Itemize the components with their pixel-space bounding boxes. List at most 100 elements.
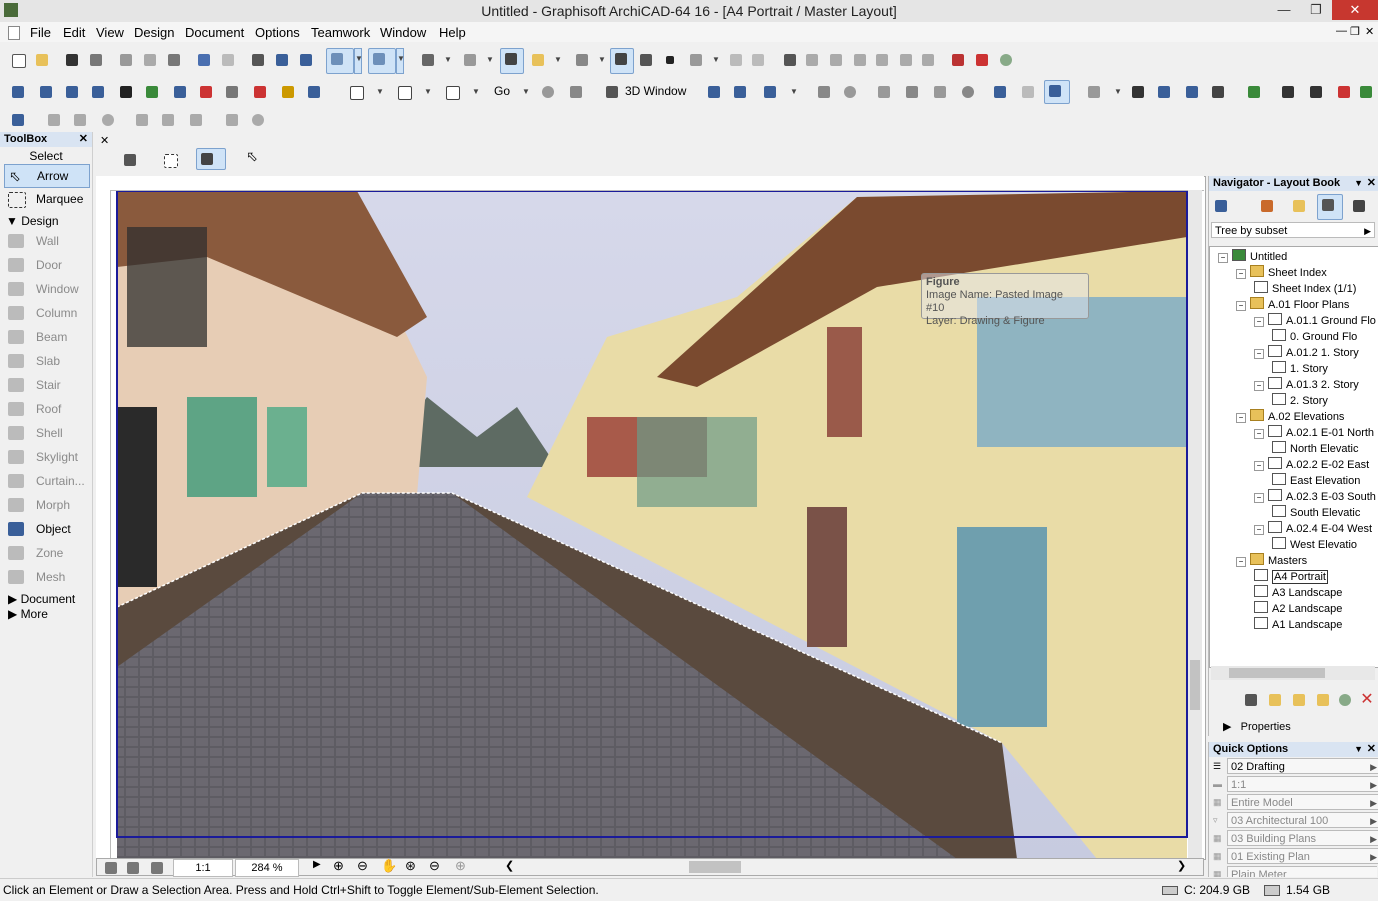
quick-selection-icon[interactable]: ⬁ xyxy=(242,148,262,168)
go-dropdown[interactable]: ▼ xyxy=(522,82,530,102)
orbit-icon[interactable] xyxy=(840,82,860,102)
tree-node[interactable]: 2. Story xyxy=(1272,393,1328,409)
properties-toggle[interactable]: ▶ Properties xyxy=(1223,720,1291,733)
new-layout-icon[interactable] xyxy=(1241,690,1261,710)
tree-node[interactable]: A1 Landscape xyxy=(1254,617,1342,633)
tree-node[interactable]: A4 Portrait xyxy=(1254,569,1328,585)
tool-curtain-wall[interactable]: Curtain... xyxy=(4,470,88,492)
network-icon[interactable] xyxy=(1182,82,1202,102)
tree-collapse-icon[interactable]: − xyxy=(1236,413,1246,423)
undo-icon[interactable] xyxy=(194,50,214,70)
move-icon[interactable] xyxy=(70,110,90,130)
renovation-icon[interactable] xyxy=(972,50,992,70)
adjust-icon[interactable] xyxy=(802,50,822,70)
project-map-icon[interactable] xyxy=(1257,196,1279,218)
tree-node[interactable]: − A.02 Elevations xyxy=(1236,409,1344,425)
document-section-toggle[interactable]: ▶ Document xyxy=(8,592,75,606)
tree-scroll-thumb[interactable] xyxy=(1229,668,1325,678)
new-icon[interactable] xyxy=(8,50,28,70)
new-subset-icon[interactable] xyxy=(1265,690,1285,710)
tree-node[interactable]: West Elevatio xyxy=(1272,537,1357,553)
quick-options-close-icon[interactable]: ✕ xyxy=(1367,742,1376,757)
dimension-icon[interactable] xyxy=(636,50,656,70)
quick-option-dimension[interactable]: ▦ Plain Meter xyxy=(1211,866,1377,877)
sun-icon[interactable] xyxy=(1128,82,1148,102)
tree-icon[interactable] xyxy=(930,82,950,102)
more-section-toggle[interactable]: ▶ More xyxy=(8,607,48,621)
tool-morph[interactable]: Morph xyxy=(4,494,88,516)
tree-node[interactable]: − Masters xyxy=(1236,553,1307,569)
layer-dropdown[interactable]: ▼ xyxy=(554,50,562,70)
surface-dropdown[interactable]: ▼ xyxy=(1114,82,1122,102)
tree-mode-select[interactable]: Tree by subset ▶ xyxy=(1211,222,1375,238)
navigator-settings-icon[interactable] xyxy=(1335,690,1355,710)
elevate-icon[interactable] xyxy=(132,110,152,130)
walk-icon[interactable] xyxy=(566,82,586,102)
scale-field[interactable]: 1:1 xyxy=(173,859,233,877)
quick-option-renovation-filter[interactable]: ▦ 01 Existing Plan ▶ xyxy=(1211,848,1378,864)
resize-icon[interactable] xyxy=(896,50,916,70)
arrow-right-icon[interactable] xyxy=(874,82,894,102)
navigator-menu-icon[interactable]: ▼ xyxy=(1354,176,1363,191)
tree-node[interactable]: South Elevatic xyxy=(1272,505,1360,521)
save-icon[interactable] xyxy=(62,50,82,70)
toolbox-close-icon[interactable]: ✕ xyxy=(79,132,88,147)
split-icon[interactable] xyxy=(780,50,800,70)
tree-node[interactable]: − A.02.2 E-02 East xyxy=(1254,457,1369,473)
layout-viewport[interactable]: Figure Image Name: Pasted Image #10 Laye… xyxy=(96,176,1206,860)
tool-shell[interactable]: Shell xyxy=(4,422,88,444)
trace-icon[interactable] xyxy=(610,48,634,74)
paste-icon[interactable] xyxy=(164,50,184,70)
new-folder-icon[interactable] xyxy=(1313,690,1333,710)
home-icon[interactable] xyxy=(902,82,922,102)
menu-options[interactable]: Options xyxy=(255,25,300,40)
selection-method-polygon-icon[interactable] xyxy=(120,150,140,170)
pen-icon[interactable] xyxy=(572,50,592,70)
layout-view-icon[interactable] xyxy=(442,82,462,102)
tool-slab[interactable]: Slab xyxy=(4,350,88,372)
schedule-icon[interactable] xyxy=(196,82,216,102)
tree-node[interactable]: A3 Landscape xyxy=(1254,585,1342,601)
selection-info-icon[interactable] xyxy=(8,110,28,130)
intersect-icon[interactable] xyxy=(826,50,846,70)
marquee-view-icon[interactable] xyxy=(346,82,366,102)
next-zoom-icon[interactable]: ⊕ xyxy=(455,858,466,874)
tree-collapse-icon[interactable]: − xyxy=(1236,557,1246,567)
marquee-view-dropdown[interactable]: ▼ xyxy=(376,82,384,102)
tool-window[interactable]: Window xyxy=(4,278,88,300)
tool-beam[interactable]: Beam xyxy=(4,326,88,348)
tree-collapse-icon[interactable]: − xyxy=(1236,269,1246,279)
tree-node[interactable]: 0. Ground Flo xyxy=(1272,329,1357,345)
suspend-groups-icon[interactable] xyxy=(500,48,524,74)
vertical-scroll-thumb[interactable] xyxy=(1190,660,1200,710)
snapshot-icon[interactable] xyxy=(1306,82,1326,102)
new-master-icon[interactable] xyxy=(1289,690,1309,710)
pen-dropdown[interactable]: ▼ xyxy=(598,50,606,70)
navigator-preview-icon[interactable] xyxy=(101,858,119,874)
tree-node[interactable]: 1. Story xyxy=(1272,361,1328,377)
zoom-field[interactable]: 284 % xyxy=(235,859,299,877)
layout-view-dropdown[interactable]: ▼ xyxy=(472,82,480,102)
previous-zoom-icon[interactable]: ⊖ xyxy=(429,858,440,874)
tool-b-icon[interactable] xyxy=(726,50,746,70)
minimize-button[interactable]: — xyxy=(1270,0,1298,20)
tree-node[interactable]: − Sheet Index xyxy=(1236,265,1327,281)
bim-icon[interactable] xyxy=(1244,82,1264,102)
tree-collapse-icon[interactable]: − xyxy=(1254,493,1264,503)
eyedropper-icon[interactable] xyxy=(272,50,292,70)
box-icon[interactable] xyxy=(704,82,724,102)
print-icon[interactable] xyxy=(86,50,106,70)
inject-icon[interactable] xyxy=(296,50,316,70)
guide-dropdown[interactable]: ▼ xyxy=(444,50,452,70)
view-map-icon[interactable] xyxy=(1289,196,1311,218)
tree-collapse-icon[interactable]: − xyxy=(1254,381,1264,391)
tool-column[interactable]: Column xyxy=(4,302,88,324)
tree-node[interactable]: − Untitled xyxy=(1218,249,1287,265)
quick-options-menu-icon[interactable]: ▼ xyxy=(1354,742,1363,757)
calc-icon[interactable] xyxy=(1208,82,1228,102)
guide-icon[interactable] xyxy=(418,50,438,70)
layout-book-icon[interactable] xyxy=(1317,194,1343,220)
project-index-icon[interactable] xyxy=(222,82,242,102)
go-button[interactable]: Go xyxy=(494,84,510,98)
tree-collapse-icon[interactable]: − xyxy=(1254,461,1264,471)
